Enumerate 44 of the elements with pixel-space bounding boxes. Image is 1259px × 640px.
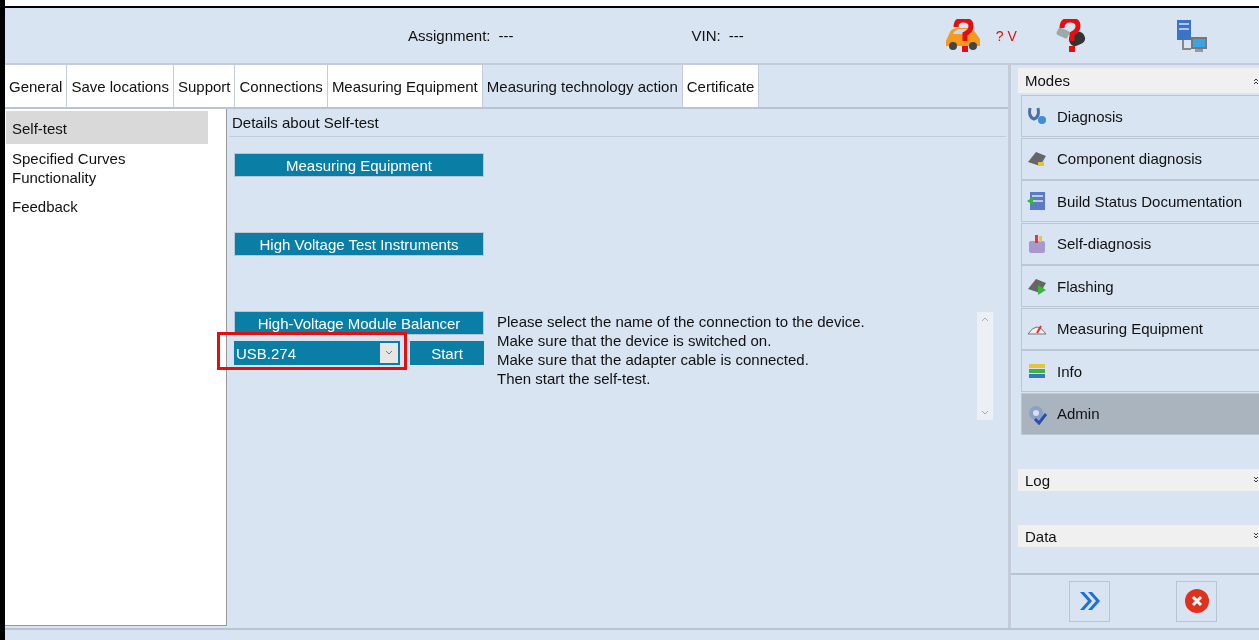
connection-dropdown[interactable]: USB.274 — [234, 341, 400, 365]
stethoscope-icon — [1026, 105, 1048, 127]
start-button[interactable]: Start — [410, 341, 484, 365]
voltage-reading: ? V — [995, 27, 1017, 44]
device-button[interactable]: High Voltage Test Instruments — [234, 232, 484, 256]
tab[interactable]: Support — [173, 65, 236, 107]
details-header: Details about Self-test — [229, 109, 1006, 137]
mode-item[interactable]: Build Status Documentation — [1021, 180, 1259, 222]
assignment-label: Assignment: — [408, 27, 491, 44]
collapse-icon[interactable] — [1253, 76, 1259, 85]
vin-value: --- — [728, 27, 744, 44]
server-computer-icon[interactable] — [1174, 18, 1209, 53]
device-button[interactable]: High-Voltage Module Balancer — [234, 311, 484, 335]
mode-item[interactable]: Measuring Equipment — [1021, 307, 1259, 350]
toolbox-icon — [1026, 232, 1048, 255]
mode-item[interactable]: Component diagnosis — [1021, 137, 1259, 180]
mode-item[interactable]: Diagnosis — [1021, 95, 1259, 137]
expand-icon[interactable] — [1253, 476, 1259, 484]
sidebar-item[interactable]: Specified Curves Functionality — [6, 144, 208, 192]
section-header[interactable]: Log — [1018, 469, 1259, 491]
tab[interactable]: Measuring Equipment — [327, 65, 483, 107]
expand-icon[interactable] — [1253, 532, 1259, 540]
sidebar-item[interactable]: Feedback — [6, 192, 208, 221]
mode-item[interactable]: Admin — [1021, 392, 1259, 435]
mode-item[interactable]: Flashing — [1021, 265, 1259, 307]
tab[interactable]: Save locations — [67, 65, 174, 107]
tab[interactable]: Connections — [235, 65, 328, 107]
sidebar-item[interactable]: Self-test — [6, 111, 208, 144]
cancel-button[interactable] — [1176, 580, 1217, 622]
document-icon — [1026, 190, 1048, 212]
device-button[interactable]: Measuring Equipment — [234, 153, 484, 177]
close-icon — [1183, 588, 1210, 614]
double-chevron-icon — [1077, 590, 1102, 612]
forward-button[interactable] — [1069, 580, 1110, 622]
mode-item[interactable]: Self-diagnosis — [1021, 222, 1259, 265]
vin-label: VIN: — [691, 27, 721, 44]
section-header[interactable]: Data — [1018, 525, 1259, 547]
tab[interactable]: Certificate — [682, 65, 760, 107]
assignment-value: --- — [498, 27, 514, 44]
section-header[interactable]: Modes — [1018, 68, 1259, 93]
tab[interactable]: General — [5, 65, 68, 107]
mode-item[interactable]: Info — [1021, 350, 1259, 392]
car-question-icon[interactable] — [943, 18, 982, 53]
instructions-text: Please select the name of the connection to the device. Make sure that the device is switched on. Make sure that the adapter cable is connected. Then start the self-test. — [497, 312, 866, 389]
